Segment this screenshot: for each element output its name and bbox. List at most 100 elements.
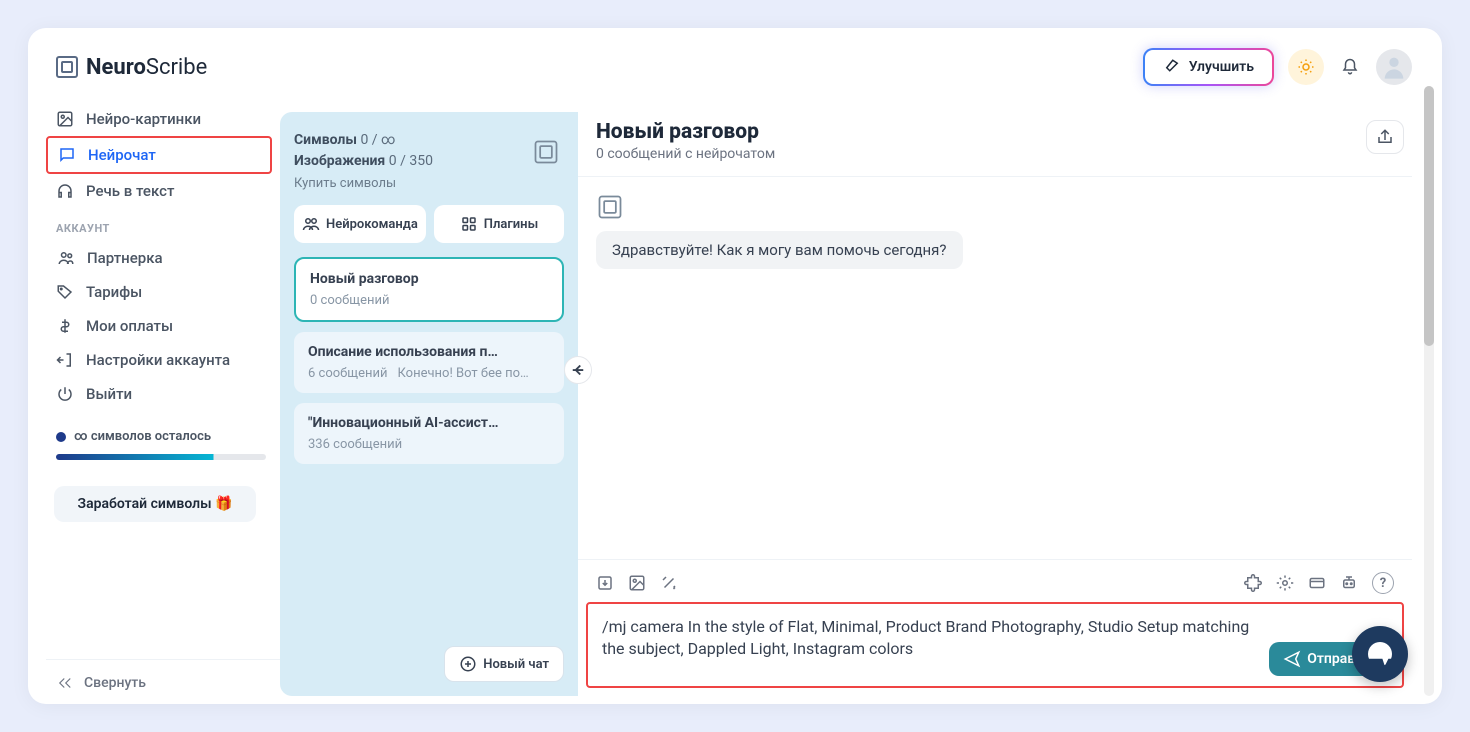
- gear-icon: [1276, 574, 1294, 592]
- chat-icon: [58, 146, 76, 164]
- sidebar-item-label: Партнерка: [87, 249, 163, 267]
- conversation-sub: 6 сообщенийКонечно! Вот бее по…: [308, 366, 550, 381]
- images-value: 0 / 350: [389, 153, 433, 169]
- sidebar-item-label: Выйти: [86, 385, 132, 403]
- usage-dot: [56, 432, 66, 442]
- usage-block: ∞ символов осталось: [46, 411, 272, 472]
- chat-subtitle: 0 сообщений с нейрочатом: [596, 146, 775, 162]
- sidebar-item-settings[interactable]: Настройки аккаунта: [46, 343, 272, 377]
- download-icon: [596, 574, 614, 592]
- conversation-item[interactable]: "Инновационный AI-ассист… 336 сообщений: [294, 403, 564, 464]
- usage-progress: [56, 454, 266, 460]
- image-tool[interactable]: [628, 574, 646, 592]
- bot-message: Здравствуйте! Как я могу вам помочь сего…: [596, 231, 963, 269]
- sidebar-item-label: Речь в текст: [86, 182, 174, 200]
- help-button[interactable]: ?: [1372, 572, 1394, 594]
- chat-header: Новый разговор 0 сообщений с нейрочатом: [578, 112, 1412, 177]
- collapse-sidebar[interactable]: Свернуть: [46, 659, 280, 704]
- send-icon: [1283, 650, 1301, 668]
- power-icon: [56, 385, 74, 403]
- neuroteam-button[interactable]: Нейрокоманда: [294, 205, 426, 243]
- collapse-icon: [56, 674, 74, 692]
- sidebar-section-account: АККАУНТ: [46, 208, 272, 241]
- earn-label: Заработай символы 🎁: [78, 496, 233, 512]
- team-icon: [302, 215, 320, 233]
- avatar-placeholder-icon: [1380, 53, 1408, 81]
- magic-tool[interactable]: [660, 574, 678, 592]
- image-icon: [56, 110, 74, 128]
- puzzle-icon: [1244, 574, 1262, 592]
- chat-footer: ? /mj camera In the style of Flat, Minim…: [578, 559, 1412, 696]
- conversation-title: "Инновационный AI-ассист…: [308, 415, 550, 431]
- conversation-item[interactable]: Описание использования п… 6 сообщенийКон…: [294, 332, 564, 393]
- upgrade-button[interactable]: Улучшить: [1143, 48, 1274, 86]
- logo[interactable]: NeuroScribe: [56, 55, 207, 80]
- collapse-panel-handle[interactable]: [564, 356, 592, 384]
- rocket-icon: [1163, 58, 1181, 76]
- scrollbar-thumb[interactable]: [1424, 86, 1434, 346]
- sidebar-item-label: Тарифы: [86, 283, 142, 301]
- sidebar-item-label: Нейрочат: [88, 146, 156, 164]
- grid-icon: [460, 215, 478, 233]
- scrollbar-track[interactable]: [1424, 86, 1434, 696]
- users-icon: [57, 249, 75, 267]
- header: NeuroScribe Улучшить: [28, 28, 1442, 102]
- sidebar-item-speech[interactable]: Речь в текст: [46, 174, 272, 208]
- card-icon: [1308, 574, 1326, 592]
- robot-icon: [1340, 574, 1358, 592]
- share-button[interactable]: [1366, 120, 1404, 154]
- conversation-item[interactable]: Новый разговор 0 сообщений: [294, 257, 564, 322]
- robot-tool[interactable]: [1340, 574, 1358, 592]
- image-icon: [628, 574, 646, 592]
- sidebar-item-label: Настройки аккаунта: [86, 351, 230, 369]
- images-label: Изображения: [294, 153, 385, 169]
- symbols-value: 0 / ∞: [360, 132, 395, 148]
- card-tool[interactable]: [1308, 574, 1326, 592]
- plus-circle-icon: [459, 655, 477, 673]
- new-chat-label: Новый чат: [483, 657, 549, 672]
- chat-area: Новый разговор 0 сообщений с нейрочатом …: [578, 112, 1412, 696]
- bell-icon: [1341, 58, 1359, 76]
- conversation-title: Описание использования п…: [308, 344, 550, 360]
- usage-info: Символы 0 / ∞ Изображения 0 / 350: [294, 130, 564, 172]
- body-layout: Нейро-картинки Нейрочат Речь в текст АКК…: [28, 102, 1442, 704]
- logo-icon: [56, 56, 78, 78]
- share-icon: [1376, 128, 1394, 146]
- input-toolbar: ?: [586, 568, 1404, 602]
- download-tool[interactable]: [596, 574, 614, 592]
- earn-symbols-button[interactable]: Заработай символы 🎁: [54, 486, 256, 522]
- notifications-button[interactable]: [1338, 55, 1362, 79]
- logout-icon: [56, 351, 74, 369]
- sun-icon: [1297, 58, 1315, 76]
- chat-input[interactable]: /mj camera In the style of Flat, Minimal…: [586, 602, 1404, 688]
- brand-name-2: Scribe: [146, 55, 207, 80]
- sidebar-item-label: Нейро-картинки: [86, 110, 201, 128]
- header-actions: Улучшить: [1143, 48, 1412, 86]
- arrow-left-icon: [569, 361, 587, 379]
- conversations-panel: Символы 0 / ∞ Изображения 0 / 350 Купить…: [280, 112, 578, 696]
- collapse-label: Свернуть: [84, 675, 146, 691]
- new-chat-button[interactable]: Новый чат: [444, 646, 564, 682]
- sidebar-item-label: Мои оплаты: [86, 317, 173, 335]
- sidebar-item-partner[interactable]: ▸ Партнерка: [46, 241, 272, 275]
- theme-toggle[interactable]: [1288, 49, 1324, 85]
- wand-icon: [660, 574, 678, 592]
- brand-name-1: Neuro: [86, 55, 146, 80]
- headphones-icon: [56, 182, 74, 200]
- avatar[interactable]: [1376, 49, 1412, 85]
- floating-chat-button[interactable]: [1352, 626, 1408, 682]
- buy-symbols-link[interactable]: Купить символы: [294, 176, 564, 191]
- extension-tool[interactable]: [1244, 574, 1262, 592]
- sidebar-item-logout[interactable]: Выйти: [46, 377, 272, 411]
- sidebar-item-payments[interactable]: Мои оплаты: [46, 309, 272, 343]
- dollar-icon: [56, 317, 74, 335]
- conversation-title: Новый разговор: [310, 271, 548, 287]
- plugins-button[interactable]: Плагины: [434, 205, 564, 243]
- sidebar-item-neurochat[interactable]: Нейрочат: [46, 136, 272, 174]
- tag-icon: [56, 283, 74, 301]
- sidebar-item-tariffs[interactable]: Тарифы: [46, 275, 272, 309]
- settings-tool[interactable]: [1276, 574, 1294, 592]
- conversation-sub: 0 сообщений: [310, 293, 548, 308]
- sidebar-item-images[interactable]: Нейро-картинки: [46, 102, 272, 136]
- plugins-label: Плагины: [484, 217, 538, 232]
